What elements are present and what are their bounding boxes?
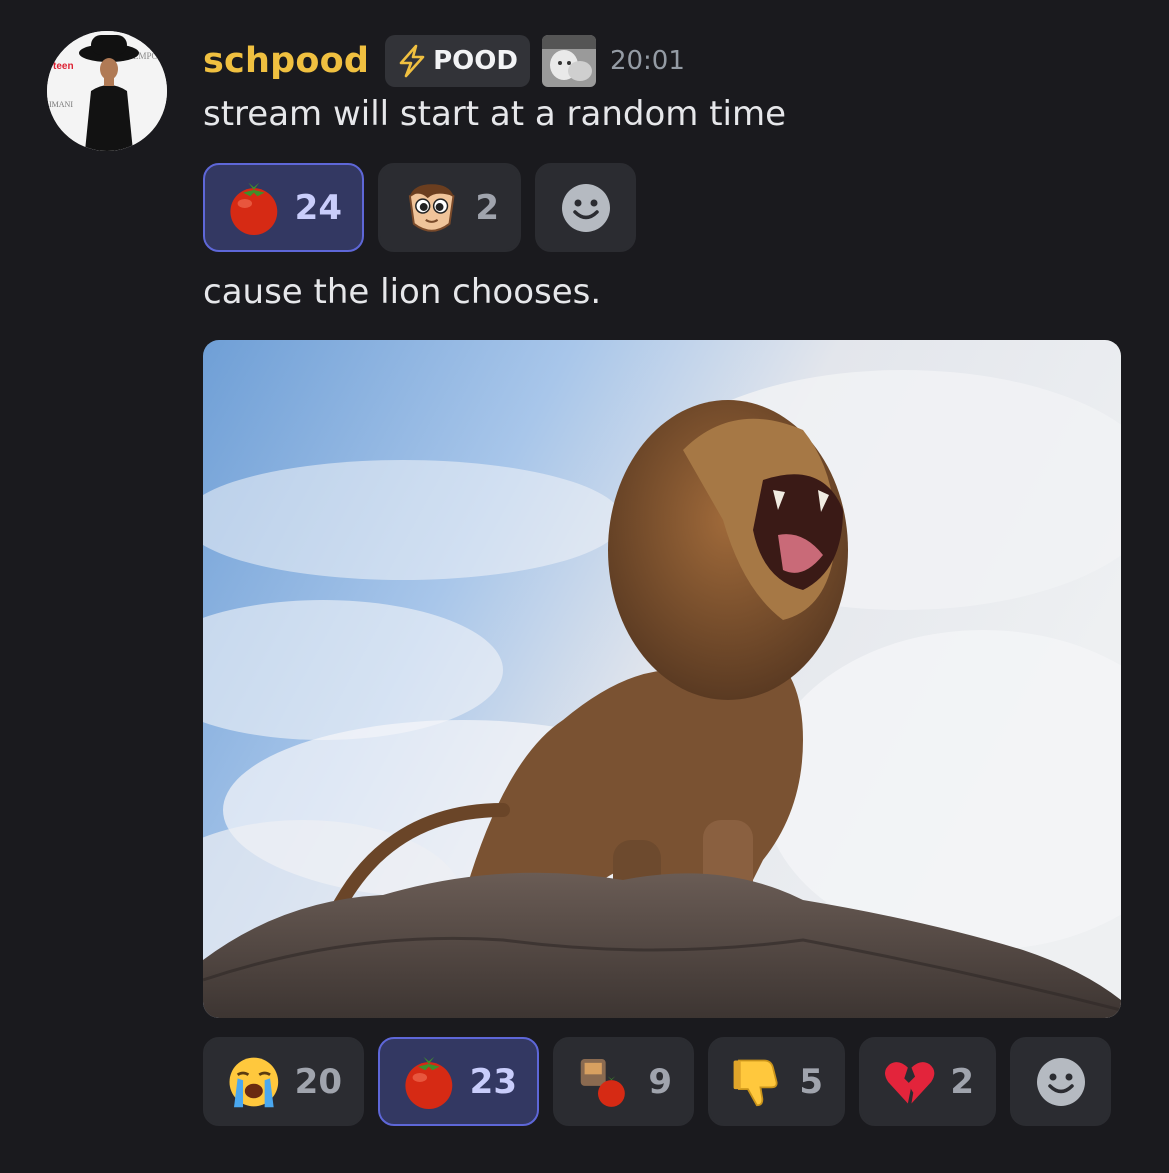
- user-avatar[interactable]: teen EMPO IMANI: [47, 31, 167, 151]
- tomato-icon: [230, 182, 278, 235]
- username[interactable]: schpood: [203, 41, 369, 81]
- role-badge[interactable]: POOD: [385, 35, 530, 87]
- add-reaction-button[interactable]: [1010, 1037, 1111, 1126]
- role-label: POOD: [433, 46, 518, 76]
- tomato-icon: [405, 1056, 453, 1109]
- reaction-count: 24: [294, 187, 342, 228]
- svg-text:IMANI: IMANI: [49, 100, 73, 109]
- reaction-thumbs-down[interactable]: 5: [708, 1037, 845, 1126]
- add-reaction-icon: [1036, 1057, 1085, 1106]
- role-icon: [541, 35, 596, 87]
- cartoon-face-icon: [408, 183, 455, 232]
- reaction-custom-tomato-sticker[interactable]: 9: [553, 1037, 694, 1126]
- thumbs-down-icon: [733, 1059, 778, 1106]
- reaction-loudly-crying[interactable]: 20: [203, 1037, 364, 1126]
- reaction-count: 5: [799, 1061, 823, 1102]
- reaction-cartoon-face[interactable]: 2: [378, 163, 521, 252]
- timestamp: 20:01: [609, 46, 685, 76]
- reaction-tomato[interactable]: 24: [203, 163, 364, 252]
- loudly-crying-face-icon: [229, 1057, 279, 1107]
- lightning-bolt-icon: [399, 44, 425, 78]
- chat-message: teen EMPO IMANI schpood POOD 20:01 strea…: [0, 0, 1169, 1173]
- image-attachment[interactable]: [203, 340, 1121, 1018]
- reaction-count: 9: [648, 1061, 672, 1102]
- message-text: cause the lion chooses.: [203, 272, 602, 312]
- reaction-count: 23: [469, 1061, 517, 1102]
- add-reaction-icon: [561, 183, 610, 232]
- reaction-count: 2: [475, 187, 499, 228]
- message-header: schpood POOD 20:01: [203, 34, 685, 88]
- lion-roaring-image: [203, 340, 1121, 1018]
- broken-heart-icon: [884, 1061, 935, 1103]
- add-reaction-button[interactable]: [535, 163, 636, 252]
- custom-tomato-sticker-icon: [580, 1058, 625, 1107]
- reaction-tomato[interactable]: 23: [378, 1037, 539, 1126]
- message-text: stream will start at a random time: [203, 94, 787, 134]
- svg-text:teen: teen: [53, 61, 74, 72]
- reaction-count: 20: [294, 1061, 342, 1102]
- reaction-bar: 20 23 9 5 2: [203, 1037, 1111, 1126]
- reaction-bar: 24 2: [203, 163, 636, 252]
- reaction-broken-heart[interactable]: 2: [859, 1037, 996, 1126]
- reaction-count: 2: [950, 1061, 974, 1102]
